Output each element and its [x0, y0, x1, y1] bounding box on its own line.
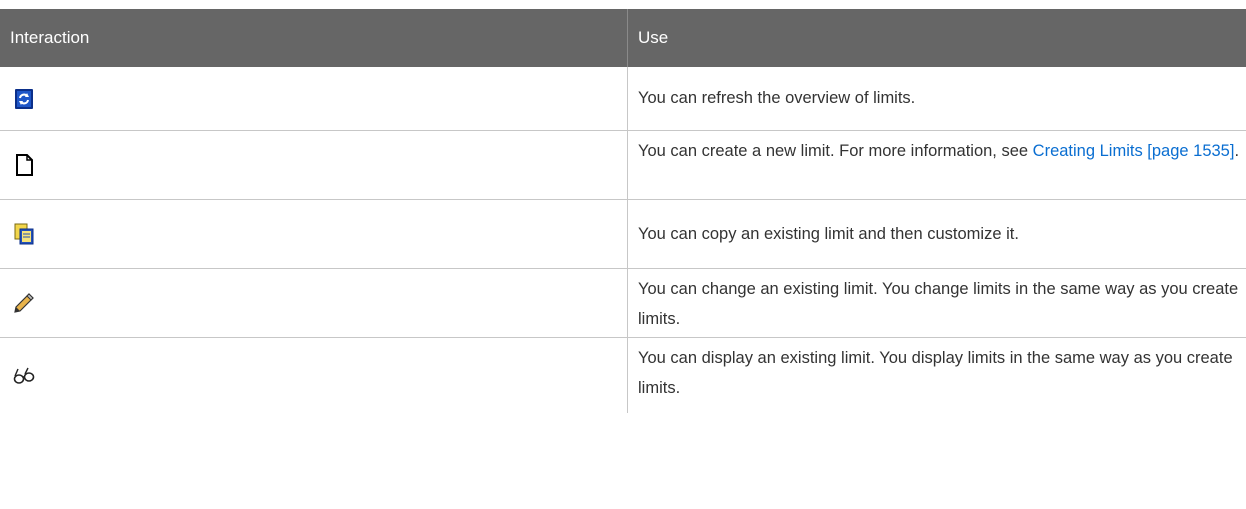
table-header: Interaction Use [0, 9, 1246, 67]
row-description: You can copy an existing limit and then … [638, 225, 1019, 243]
creating-limits-link[interactable]: Creating Limits [page 1535] [1033, 142, 1235, 160]
header-use: Use [638, 28, 669, 47]
table-row: You can create a new limit. For more inf… [0, 131, 1246, 200]
row-description: You can refresh the overview of limits. [638, 89, 916, 107]
refresh-icon[interactable] [12, 87, 36, 111]
row-description: You can change an existing limit. You ch… [638, 280, 1239, 328]
new-document-icon[interactable] [12, 153, 36, 177]
header-interaction: Interaction [0, 9, 628, 67]
pencil-icon[interactable] [12, 291, 36, 315]
row-description: You can create a new limit. For more inf… [638, 142, 1033, 160]
table-row: You can refresh the overview of limits. [0, 67, 1246, 131]
table-row: You can change an existing limit. You ch… [0, 269, 1246, 338]
glasses-icon[interactable] [12, 364, 36, 388]
table-row: You can display an existing limit. You d… [0, 338, 1246, 413]
interaction-table: Interaction Use You can refresh the over… [0, 9, 1246, 413]
copy-icon[interactable] [12, 222, 36, 246]
row-description: You can display an existing limit. You d… [638, 349, 1233, 397]
table-row: You can copy an existing limit and then … [0, 200, 1246, 269]
